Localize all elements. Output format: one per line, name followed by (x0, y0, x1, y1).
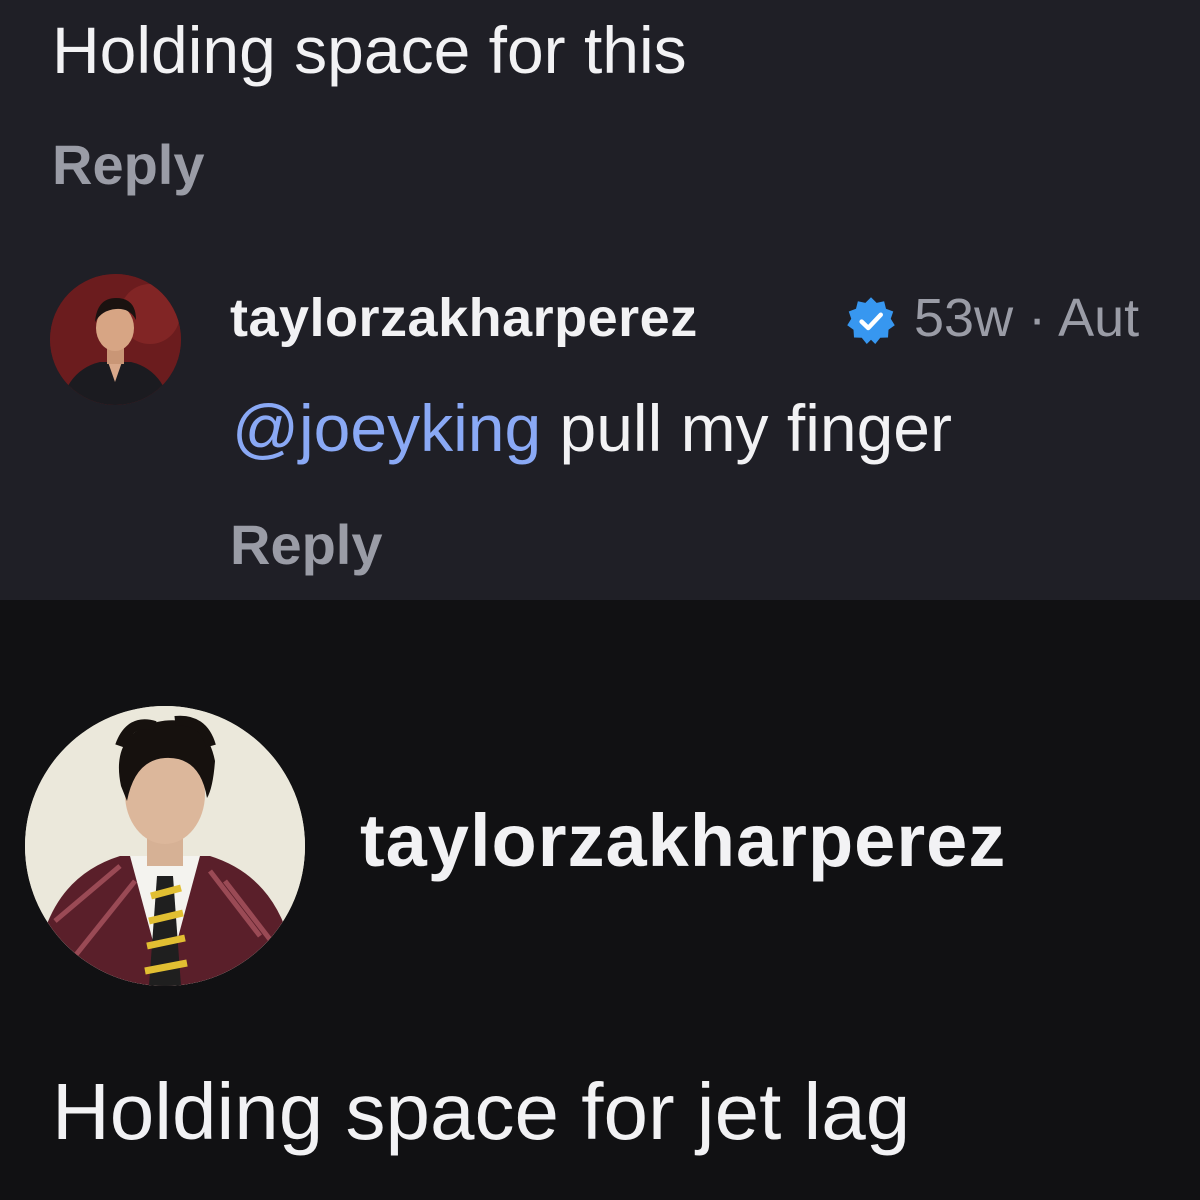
username-link[interactable]: taylorzakharperez (230, 287, 698, 349)
post-header-panel: taylorzakharperez Holding space for jet … (0, 600, 1200, 1200)
profile-photo-avatar (50, 274, 181, 405)
reply-comment-text: @joeyking pull my finger (232, 390, 952, 466)
avatar[interactable] (50, 274, 181, 405)
comment-thread-panel: Holding space for this Reply taylorzakha… (0, 0, 1200, 600)
profile-photo-avatar (25, 706, 305, 986)
reply-button[interactable]: Reply (52, 132, 205, 197)
avatar[interactable] (25, 706, 305, 986)
reply-comment-body: pull my finger (541, 391, 952, 465)
post-username[interactable]: taylorzakharperez (360, 798, 1006, 883)
parent-comment-text: Holding space for this (52, 13, 687, 87)
mention-link[interactable]: @joeyking (232, 391, 541, 465)
comment-meta: 53w · Aut (914, 288, 1140, 348)
reply-button[interactable]: Reply (230, 512, 383, 577)
post-caption: Holding space for jet lag (52, 1067, 911, 1156)
verified-badge-icon (847, 297, 895, 344)
